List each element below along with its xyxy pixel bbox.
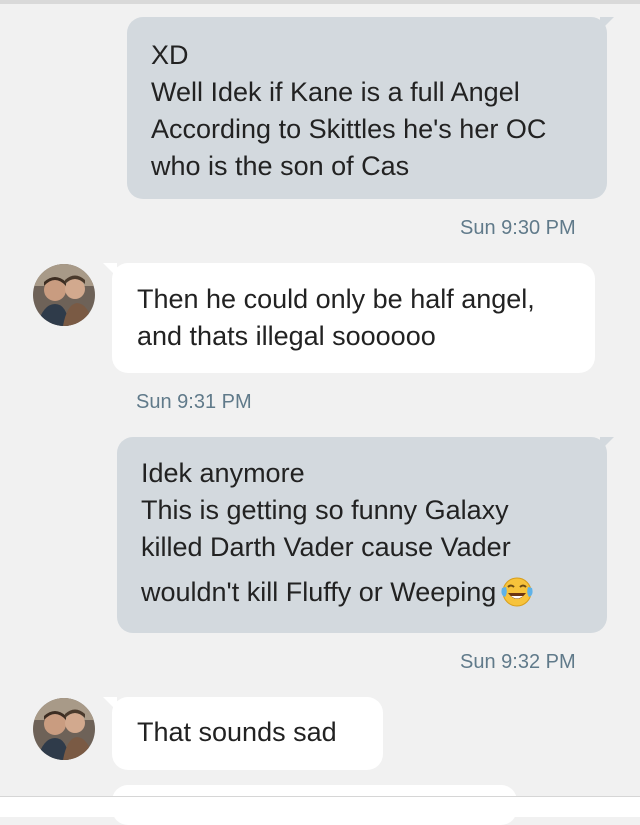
message-text-line: Well Idek if Kane is a full Angel [151, 77, 520, 107]
message-text-line: This is getting so funny Galaxy [141, 495, 509, 525]
message-timestamp: Sun 9:30 PM [460, 217, 576, 239]
message-timestamp: Sun 9:32 PM [460, 651, 576, 673]
contact-avatar[interactable] [33, 698, 95, 760]
bottom-bar [0, 796, 640, 817]
message-text-line: That sounds sad [137, 717, 337, 747]
bubble-tail [600, 17, 614, 31]
outgoing-message-bubble[interactable]: Idek anymore This is getting so funny Ga… [117, 437, 607, 633]
outgoing-message-bubble[interactable]: XD Well Idek if Kane is a full Angel Acc… [127, 17, 607, 199]
incoming-message-bubble[interactable]: That sounds sad [112, 697, 383, 770]
message-text-line: and thats illegal soooooo [137, 321, 436, 351]
bubble-tail [103, 263, 117, 277]
avatar-photo [33, 698, 95, 760]
message-text-line: Then he could only be half angel, [137, 284, 535, 314]
contact-avatar[interactable] [33, 264, 95, 326]
message-text-line: killed Darth Vader cause Vader [141, 532, 511, 562]
message-text: wouldn't kill Fluffy or Weeping [141, 577, 497, 607]
bubble-tail [103, 697, 117, 711]
message-text-line: wouldn't kill Fluffy or Weeping [141, 574, 607, 617]
top-divider [0, 0, 640, 4]
message-text-line: Idek anymore [141, 458, 305, 488]
incoming-message-bubble[interactable]: Then he could only be half angel, and th… [112, 263, 595, 373]
message-text-line: who is the son of Cas [151, 151, 410, 181]
message-timestamp: Sun 9:31 PM [136, 391, 252, 413]
message-text-line: XD [151, 40, 189, 70]
bubble-tail [600, 437, 614, 451]
message-text-line: According to Skittles he's her OC [151, 114, 547, 144]
face-with-tears-of-joy-icon [500, 575, 534, 617]
avatar-photo [33, 264, 95, 326]
